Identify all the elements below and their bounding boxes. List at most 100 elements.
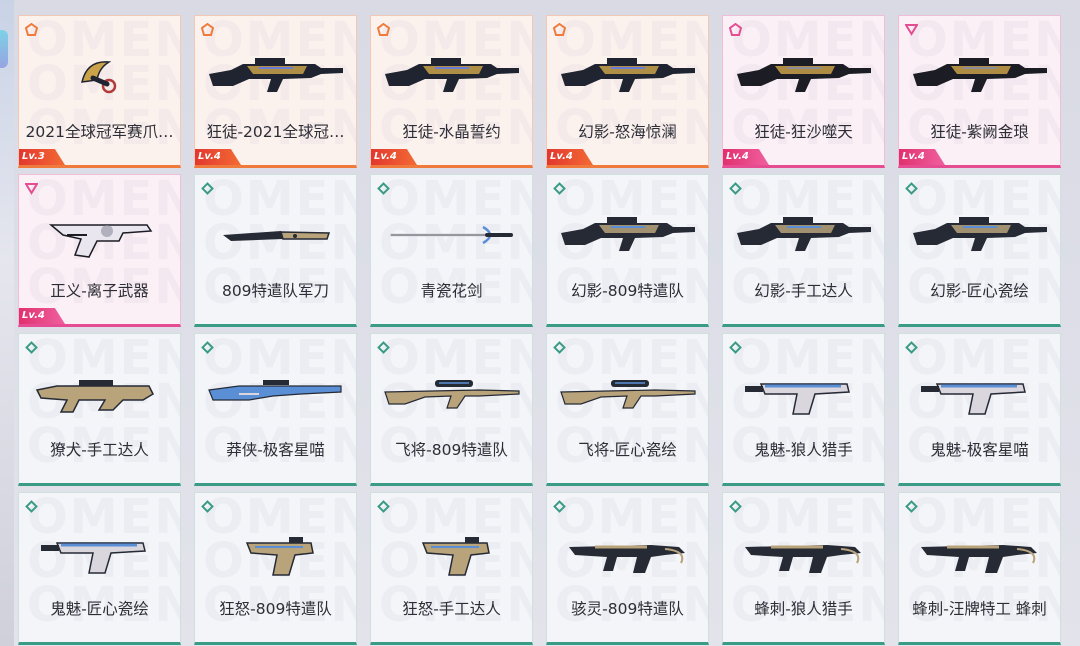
diamond-tier-icon bbox=[729, 339, 742, 354]
skin-name: 狂怒-809特遣队 bbox=[219, 600, 332, 618]
bullpup-icon bbox=[27, 364, 172, 422]
pistol-icon bbox=[27, 523, 172, 581]
diamond-tier-icon bbox=[553, 339, 566, 354]
skin-collection-screen: OMENOMENOMEN2021全球冠军赛爪…Lv.3OMENOMENOMEN狂… bbox=[0, 0, 1080, 646]
skin-name: 幻影-手工达人 bbox=[754, 282, 853, 300]
skin-card[interactable]: OMENOMENOMEN鬼魅-狼人猎手 bbox=[722, 333, 885, 486]
diamond-tier-icon bbox=[905, 498, 918, 513]
sniper-icon bbox=[555, 364, 700, 422]
pentagon-tier-icon bbox=[552, 21, 567, 36]
pistol-icon bbox=[731, 364, 876, 422]
karambit-knife-icon bbox=[27, 46, 172, 104]
pentagon-tier-icon bbox=[200, 21, 215, 36]
skin-name: 幻影-809特遣队 bbox=[571, 282, 684, 300]
rifle-icon bbox=[907, 205, 1052, 263]
skin-card[interactable]: OMEN OMEN OMEN 蜂刺-狼人猎手 bbox=[722, 492, 885, 645]
rifle-icon bbox=[203, 46, 348, 104]
level-badge: Lv.4 bbox=[723, 149, 769, 165]
skin-card[interactable]: OMEN OMEN OMEN 2021全球冠军赛爪… Lv.3 bbox=[18, 15, 181, 168]
diamond-tier-icon bbox=[905, 339, 918, 354]
diamond-tier-icon bbox=[201, 339, 214, 354]
level-badge: Lv.4 bbox=[899, 149, 945, 165]
diamond-tier-icon bbox=[729, 180, 742, 195]
skin-name: 幻影-匠心瓷绘 bbox=[930, 282, 1029, 300]
diamond-tier-icon bbox=[377, 498, 390, 513]
skin-name: 鬼魅-极客星喵 bbox=[930, 441, 1029, 459]
rifle-icon bbox=[907, 46, 1052, 104]
skin-card[interactable]: OMENOMENOMEN飞将-匠心瓷绘 bbox=[546, 333, 709, 486]
skin-card[interactable]: OMENOMENOMEN幻影-怒海惊澜Lv.4 bbox=[546, 15, 709, 168]
skin-name: 鬼魅-匠心瓷绘 bbox=[50, 600, 149, 618]
sniper-icon bbox=[379, 364, 524, 422]
skin-name: 狂徒-紫阙金琅 bbox=[930, 123, 1029, 141]
skin-name: 狂徒-狂沙噬天 bbox=[754, 123, 853, 141]
skin-name: 獠犬-手工达人 bbox=[50, 441, 149, 459]
rifle-icon bbox=[379, 46, 524, 104]
skin-card[interactable]: OMENOMENOMEN幻影-手工达人 bbox=[722, 174, 885, 327]
skin-card[interactable]: OMENOMENOMEN狂怒-手工达人 bbox=[370, 492, 533, 645]
diamond-tier-icon bbox=[553, 180, 566, 195]
rifle-icon bbox=[555, 46, 700, 104]
skin-name: 飞将-匠心瓷绘 bbox=[578, 441, 677, 459]
skin-name: 飞将-809特遣队 bbox=[395, 441, 508, 459]
skin-name: 狂徒-水晶誓约 bbox=[402, 123, 501, 141]
diamond-tier-icon bbox=[553, 498, 566, 513]
skin-name: 蜂刺-狼人猎手 bbox=[754, 600, 853, 618]
pistol-icon bbox=[907, 364, 1052, 422]
level-badge: Lv.4 bbox=[371, 149, 417, 165]
skin-name: 骇灵-809特遣队 bbox=[571, 600, 684, 618]
skin-card[interactable]: OMEN OMEN OMEN 骇灵-809特遣队 bbox=[546, 492, 709, 645]
skin-name: 莽侠-极客星喵 bbox=[226, 441, 325, 459]
rapier-icon bbox=[379, 205, 524, 263]
smg-icon bbox=[907, 523, 1052, 581]
diamond-tier-icon bbox=[905, 180, 918, 195]
smg-icon bbox=[555, 523, 700, 581]
pentagon-tier-icon bbox=[376, 21, 391, 36]
level-badge: Lv.4 bbox=[19, 308, 65, 324]
diamond-tier-icon bbox=[25, 339, 38, 354]
skin-card[interactable]: OMEN OMEN OMEN 青瓷花剑 bbox=[370, 174, 533, 327]
skin-card[interactable]: OMENOMENOMEN鬼魅-极客星喵 bbox=[898, 333, 1061, 486]
skin-card[interactable]: OMENOMENOMEN獠犬-手工达人 bbox=[18, 333, 181, 486]
diamond-tier-icon bbox=[377, 339, 390, 354]
diamond-tier-icon bbox=[201, 498, 214, 513]
skin-name: 幻影-怒海惊澜 bbox=[578, 123, 677, 141]
machine-pistol-icon bbox=[203, 523, 348, 581]
skin-card[interactable]: OMEN OMEN OMEN 蜂刺-汪牌特工 蜂刺 bbox=[898, 492, 1061, 645]
skin-name: 2021全球冠军赛爪… bbox=[25, 123, 174, 141]
skin-card[interactable]: OMENOMENOMEN狂徒-2021全球冠…Lv.4 bbox=[194, 15, 357, 168]
skin-card[interactable]: OMENOMENOMEN狂怒-809特遣队 bbox=[194, 492, 357, 645]
skin-name: 狂徒-2021全球冠… bbox=[206, 123, 345, 141]
skin-card[interactable]: OMEN OMEN OMEN 正义-离子武器 Lv.4 bbox=[18, 174, 181, 327]
level-badge: Lv.4 bbox=[547, 149, 593, 165]
skin-name: 青瓷花剑 bbox=[420, 282, 483, 300]
skin-name: 狂怒-手工达人 bbox=[402, 600, 501, 618]
diamond-tier-icon bbox=[377, 180, 390, 195]
shotgun-icon bbox=[203, 364, 348, 422]
skin-card[interactable]: OMENOMENOMEN幻影-809特遣队 bbox=[546, 174, 709, 327]
skin-name: 正义-离子武器 bbox=[50, 282, 149, 300]
left-edge-decoration bbox=[0, 0, 14, 646]
skin-card[interactable]: OMEN OMEN OMEN 莽侠-极客星喵 bbox=[194, 333, 357, 486]
smg-icon bbox=[731, 523, 876, 581]
skin-card[interactable]: OMENOMENOMEN幻影-匠心瓷绘 bbox=[898, 174, 1061, 327]
diamond-tier-icon bbox=[729, 498, 742, 513]
skin-name: 809特遣队军刀 bbox=[221, 282, 330, 300]
rifle-icon bbox=[731, 205, 876, 263]
level-badge: Lv.4 bbox=[195, 149, 241, 165]
skin-card[interactable]: OMENOMENOMEN飞将-809特遣队 bbox=[370, 333, 533, 486]
skin-card[interactable]: OMENOMENOMEN狂徒-水晶誓约Lv.4 bbox=[370, 15, 533, 168]
level-badge: Lv.3 bbox=[19, 149, 65, 165]
diamond-tier-icon bbox=[25, 498, 38, 513]
skin-card[interactable]: OMENOMENOMEN狂徒-紫阙金琅Lv.4 bbox=[898, 15, 1061, 168]
revolver-icon bbox=[27, 205, 172, 263]
triangle-tier-icon bbox=[24, 180, 39, 195]
skin-card[interactable]: OMENOMENOMEN鬼魅-匠心瓷绘 bbox=[18, 492, 181, 645]
skin-card[interactable]: OMENOMENOMEN狂徒-狂沙噬天Lv.4 bbox=[722, 15, 885, 168]
rifle-icon bbox=[555, 205, 700, 263]
machine-pistol-icon bbox=[379, 523, 524, 581]
skin-grid: OMENOMENOMEN2021全球冠军赛爪…Lv.3OMENOMENOMEN狂… bbox=[18, 15, 1061, 645]
triangle-tier-icon bbox=[904, 21, 919, 36]
rifle-icon bbox=[731, 46, 876, 104]
skin-card[interactable]: OMEN OMEN OMEN 809特遣队军刀 bbox=[194, 174, 357, 327]
